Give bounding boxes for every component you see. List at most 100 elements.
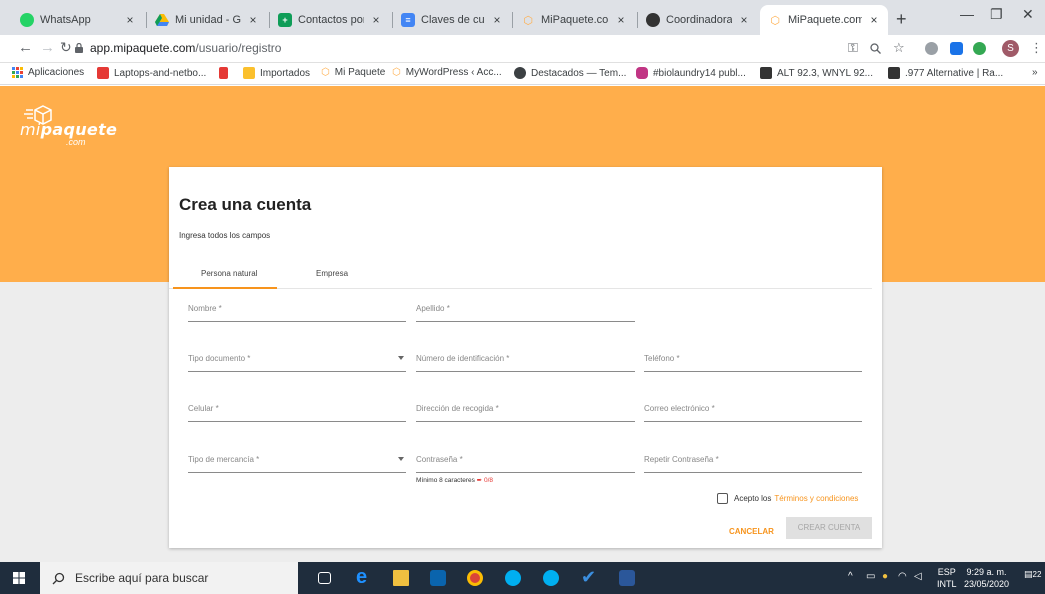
- terms-checkbox[interactable]: [717, 493, 728, 504]
- brand-logo-com: .com: [66, 137, 86, 147]
- new-tab-button[interactable]: +: [896, 9, 907, 30]
- browser-tab-google-drive[interactable]: Mi unidad - Goog ×: [147, 5, 267, 35]
- bookmarks-bar: Aplicaciones Laptops-and-netbo... Import…: [0, 63, 1045, 85]
- close-tab-icon[interactable]: ×: [868, 13, 880, 27]
- outlook-icon[interactable]: [430, 570, 446, 586]
- restore-icon[interactable]: ❐: [990, 6, 1003, 23]
- browser-tab-whatsapp[interactable]: WhatsApp ×: [12, 5, 144, 35]
- celular-field[interactable]: Celular *: [188, 400, 406, 422]
- menu-kebab-icon[interactable]: ⋮: [1030, 40, 1043, 56]
- tipo-documento-select[interactable]: Tipo documento *: [188, 350, 406, 372]
- password-field[interactable]: Contraseña *: [416, 451, 635, 473]
- google-drive-icon: [155, 13, 169, 27]
- browser-tab-mipaquete-active[interactable]: ⬡ MiPaquete.com ×: [760, 5, 888, 35]
- bookmark-importados[interactable]: Importados: [243, 67, 310, 79]
- tab-empresa[interactable]: Empresa: [316, 269, 348, 278]
- correo-field[interactable]: Correo electrónico *: [644, 400, 862, 422]
- create-account-button[interactable]: CREAR CUENTA: [786, 517, 872, 539]
- close-window-icon[interactable]: ✕: [1022, 6, 1034, 23]
- file-explorer-icon[interactable]: [393, 570, 409, 586]
- tray-expand-icon[interactable]: ^: [848, 571, 853, 582]
- account-type-tabs: Persona natural Empresa: [169, 259, 872, 289]
- bookmark-977[interactable]: .977 Alternative | Ra...: [888, 67, 1003, 79]
- coordinadora-icon: [646, 13, 660, 27]
- password-counter: ➨ 0/8: [476, 477, 494, 484]
- browser-tab-coordinadora[interactable]: Coordinadora: Aut ×: [638, 5, 758, 35]
- chrome-icon[interactable]: [467, 570, 483, 586]
- close-tab-icon[interactable]: ×: [615, 13, 627, 27]
- sheets-icon: +: [278, 13, 292, 27]
- wifi-icon[interactable]: ◠: [898, 571, 907, 582]
- input-language[interactable]: ESP INTL: [937, 566, 957, 590]
- bookmark-red[interactable]: [219, 67, 233, 79]
- bookmark-biolaundry[interactable]: #biolaundry14 publ...: [636, 67, 746, 79]
- bookmark-destacados[interactable]: Destacados — Tem...: [514, 67, 626, 79]
- active-tab-indicator: [173, 287, 277, 289]
- cancel-button[interactable]: CANCELAR: [725, 521, 778, 541]
- more-bookmarks-icon[interactable]: »: [1032, 67, 1038, 78]
- browser-tab-mipaquete[interactable]: ⬡ MiPaquete.com ×: [513, 5, 635, 35]
- mipaquete-icon: ⬡: [321, 67, 330, 78]
- browser-toolbar: ← → ↻ app.mipaquete.com/usuario/registro…: [0, 35, 1045, 63]
- reload-icon[interactable]: ↻: [60, 39, 72, 56]
- close-tab-icon[interactable]: ×: [491, 13, 503, 27]
- bookmark-alt923[interactable]: ALT 92.3, WNYL 92...: [760, 67, 873, 79]
- bookmark-mipaquete[interactable]: ⬡ Mi Paquete: [321, 67, 385, 78]
- extension-icon[interactable]: [925, 42, 938, 55]
- zoom-icon[interactable]: [870, 43, 881, 54]
- minimize-icon[interactable]: —: [960, 6, 974, 22]
- taskbar-clock[interactable]: 9:29 a. m. 23/05/2020: [964, 566, 1009, 590]
- apps-grid-icon: [12, 67, 23, 78]
- skype-icon[interactable]: [543, 570, 559, 586]
- numero-identificacion-field[interactable]: Número de identificación *: [416, 350, 635, 372]
- windows-start-icon[interactable]: [13, 572, 25, 584]
- close-tab-icon[interactable]: ×: [247, 13, 259, 27]
- taskbar-search-input[interactable]: Escribe aquí para buscar: [40, 562, 298, 594]
- nombre-field[interactable]: Nombre *: [188, 300, 406, 322]
- browser-tab-claves[interactable]: ≡ Claves de cuentas ×: [393, 5, 511, 35]
- key-icon[interactable]: ⚿: [848, 40, 858, 56]
- bookmark-laptops[interactable]: Laptops-and-netbo...: [97, 67, 206, 79]
- profile-avatar[interactable]: S: [1002, 40, 1019, 57]
- radio-icon: [888, 67, 900, 79]
- apellido-field[interactable]: Apellido *: [416, 300, 635, 322]
- tab-persona-natural[interactable]: Persona natural: [201, 269, 257, 278]
- terms-row: Acepto los Términos y condiciones: [717, 493, 858, 504]
- lock-icon: [75, 43, 83, 53]
- task-view-icon[interactable]: [318, 572, 331, 584]
- close-tab-icon[interactable]: ×: [370, 13, 382, 27]
- browser-tab-strip: WhatsApp × Mi unidad - Goog × + Contacto…: [0, 0, 1045, 35]
- close-tab-icon[interactable]: ×: [124, 13, 136, 27]
- todo-check-icon[interactable]: ✔: [581, 567, 597, 587]
- docs-icon: ≡: [401, 13, 415, 27]
- volume-icon[interactable]: ◁: [914, 571, 922, 582]
- form-subtitle: Ingresa todos los campos: [179, 231, 271, 240]
- skype-icon[interactable]: [505, 570, 521, 586]
- direccion-recogida-field[interactable]: Dirección de recogida *: [416, 400, 635, 422]
- edge-icon[interactable]: e: [356, 566, 372, 588]
- search-icon: [52, 572, 65, 584]
- telefono-field[interactable]: Teléfono *: [644, 350, 862, 372]
- bookmark-mywordpress[interactable]: ⬡ MyWordPress ‹ Acc...: [392, 67, 502, 78]
- address-bar[interactable]: app.mipaquete.com/usuario/registro: [90, 41, 281, 55]
- extension-icon[interactable]: [950, 42, 963, 55]
- repeat-password-field[interactable]: Repetir Contraseña *: [644, 451, 862, 473]
- browser-tab-contactos[interactable]: + Contactos por trar ×: [270, 5, 390, 35]
- notification-center-icon[interactable]: ▤22: [1024, 569, 1041, 580]
- tray-app-icon[interactable]: ●: [882, 571, 888, 582]
- tipo-mercancia-select[interactable]: Tipo de mercancía *: [188, 451, 406, 473]
- bookmark-star-icon[interactable]: ☆: [893, 40, 905, 56]
- mipaquete-icon: ⬡: [770, 14, 780, 27]
- bookmark-l-icon: [97, 67, 109, 79]
- extension-check-icon[interactable]: [973, 42, 986, 55]
- close-tab-icon[interactable]: ×: [738, 13, 750, 27]
- back-icon[interactable]: ←: [18, 39, 33, 56]
- terms-link[interactable]: Términos y condiciones: [774, 494, 858, 503]
- battery-icon[interactable]: ▭: [866, 571, 875, 582]
- forward-icon[interactable]: →: [40, 39, 55, 56]
- dropdown-arrow-icon: [398, 356, 404, 360]
- registration-card: Crea una cuenta Ingresa todos los campos…: [169, 167, 882, 548]
- mipaquete-icon: ⬡: [523, 14, 533, 27]
- word-icon[interactable]: [619, 570, 635, 586]
- bookmark-aplicaciones[interactable]: Aplicaciones: [12, 67, 84, 78]
